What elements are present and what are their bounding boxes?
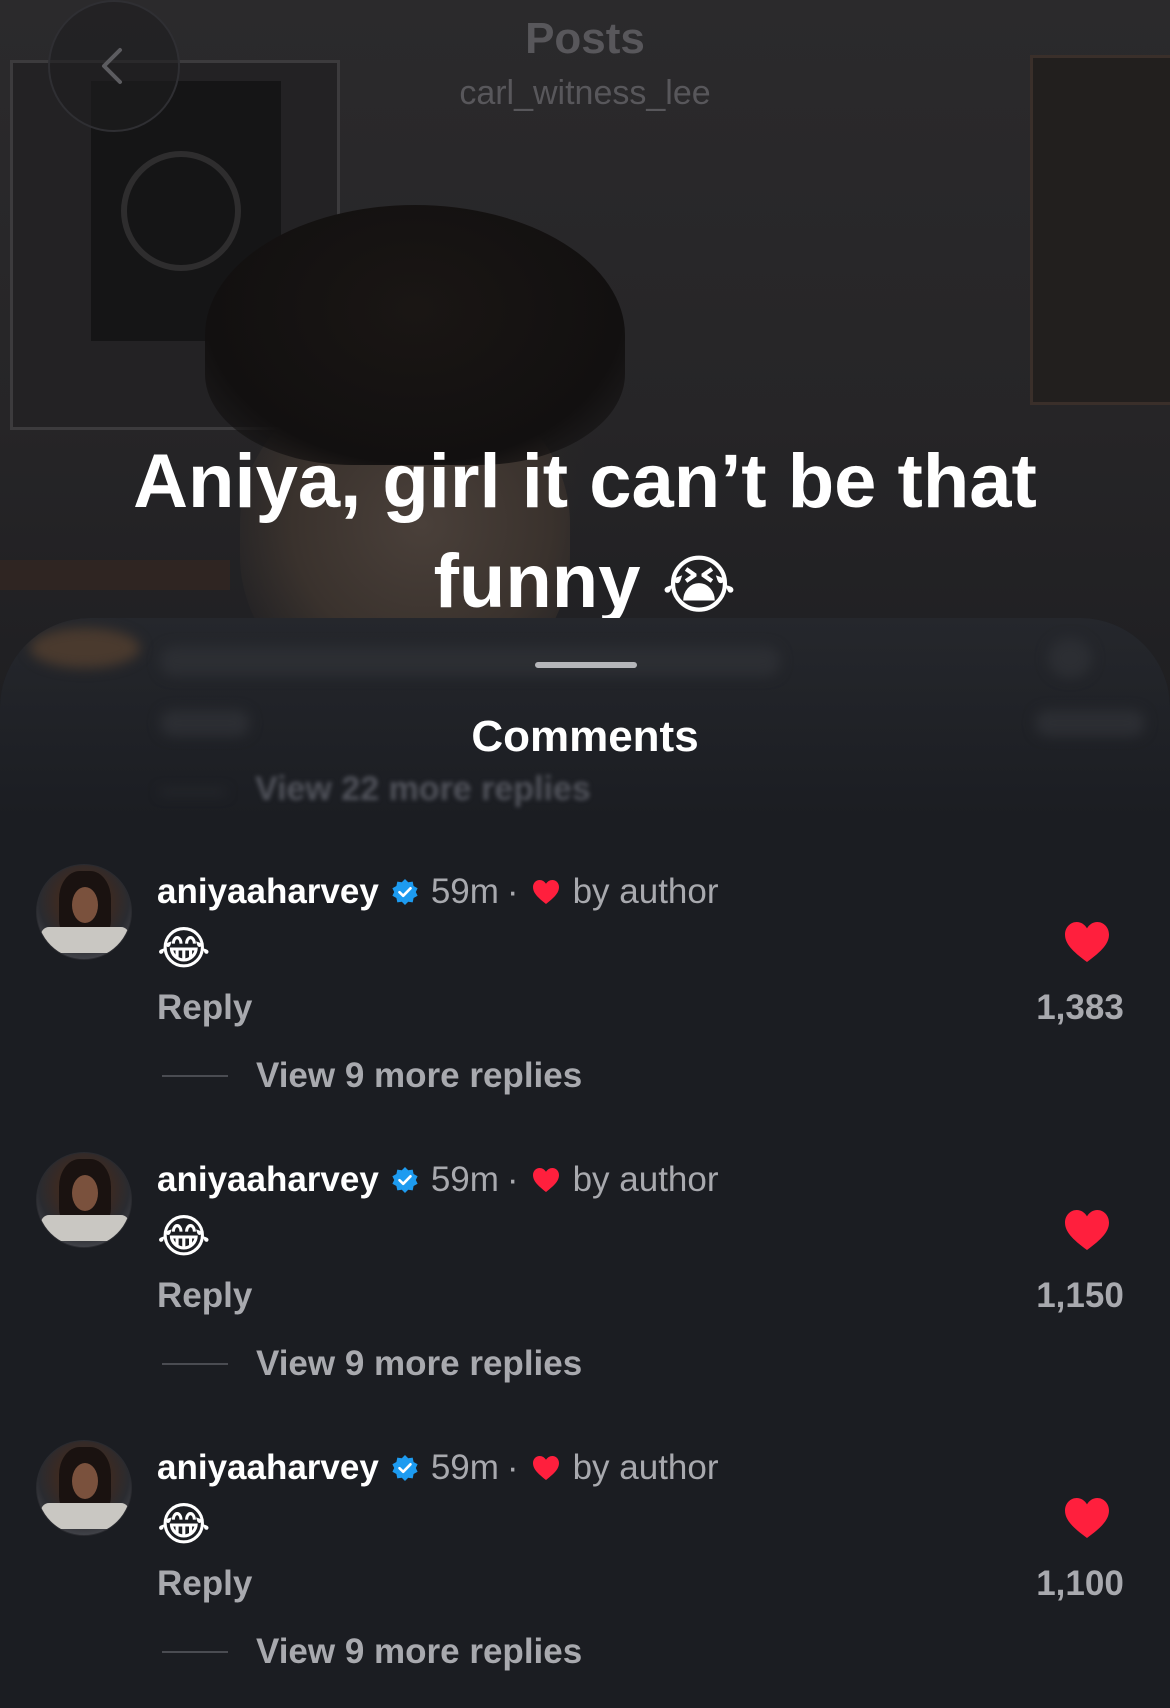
separator-dot: · xyxy=(506,1448,519,1487)
reply-button[interactable]: Reply xyxy=(157,988,252,1028)
avatar[interactable] xyxy=(36,1440,132,1536)
page-title: Posts xyxy=(525,14,645,63)
heart-icon xyxy=(532,880,559,904)
person-hair xyxy=(205,205,625,465)
like-count: 1,383 xyxy=(1036,988,1124,1027)
like-count: 1,150 xyxy=(1036,1276,1124,1315)
liked-by-author-label: by author xyxy=(572,872,719,911)
like-count: 1,100 xyxy=(1036,1564,1124,1603)
verified-badge-icon xyxy=(392,1455,418,1481)
view-more-replies-button[interactable]: View 9 more replies xyxy=(256,1344,582,1384)
heart-icon xyxy=(532,1168,559,1192)
blurred-view-replies[interactable]: View 22 more replies xyxy=(255,770,591,809)
like-heart-icon[interactable] xyxy=(1063,920,1111,964)
view-more-replies-button[interactable]: View 9 more replies xyxy=(256,1056,582,1096)
liked-by-author-label: by author xyxy=(572,1448,719,1487)
replies-divider xyxy=(162,1075,228,1077)
verified-badge-icon xyxy=(392,879,418,905)
comment-item: aniyaaharvey 59m · by author 😂 Reply 1,1… xyxy=(0,1152,1170,1440)
reply-button[interactable]: Reply xyxy=(157,1564,252,1604)
comment-header: aniyaaharvey 59m · by author xyxy=(157,1444,719,1492)
comment-header: aniyaaharvey 59m · by author xyxy=(157,868,719,916)
post-caption: Aniya, girl it can’t be that funny 😭 xyxy=(60,432,1110,636)
comment-item: aniyaaharvey 59m · by author 😂 Reply 1,3… xyxy=(0,864,1170,1152)
comment-text: 😂 xyxy=(157,921,211,975)
comments-title: Comments xyxy=(471,712,699,761)
comment-text: 😂 xyxy=(157,1497,211,1551)
comment-item: aniyaaharvey 59m · by author 😂 Reply 1,1… xyxy=(0,1440,1170,1708)
heart-icon xyxy=(532,1456,559,1480)
comment-username[interactable]: aniyaaharvey xyxy=(157,1448,379,1488)
caption-line-1: Aniya, girl it can’t be that xyxy=(133,439,1037,524)
loudly-crying-emoji: 😭 xyxy=(661,549,737,623)
reply-button[interactable]: Reply xyxy=(157,1276,252,1316)
avatar[interactable] xyxy=(36,864,132,960)
view-more-replies-button[interactable]: View 9 more replies xyxy=(256,1632,582,1672)
replies-divider xyxy=(162,1363,228,1365)
comment-timestamp: 59m xyxy=(430,1160,499,1199)
like-heart-icon[interactable] xyxy=(1063,1496,1111,1540)
comment-timestamp: 59m xyxy=(430,1448,499,1487)
separator-dot: · xyxy=(506,1160,519,1199)
comment-timestamp: 59m xyxy=(430,872,499,911)
comment-username[interactable]: aniyaaharvey xyxy=(157,1160,379,1200)
verified-badge-icon xyxy=(392,1167,418,1193)
replies-divider xyxy=(162,1651,228,1653)
caption-line-2: funny xyxy=(433,539,641,624)
post-author-username[interactable]: carl_witness_lee xyxy=(0,74,1170,113)
liked-by-author-label: by author xyxy=(572,1160,719,1199)
separator-dot: · xyxy=(506,872,519,911)
comment-header: aniyaaharvey 59m · by author xyxy=(157,1156,719,1204)
comment-text: 😂 xyxy=(157,1209,211,1263)
sheet-drag-handle[interactable] xyxy=(535,662,637,668)
avatar[interactable] xyxy=(36,1152,132,1248)
like-heart-icon[interactable] xyxy=(1063,1208,1111,1252)
comment-username[interactable]: aniyaaharvey xyxy=(157,872,379,912)
